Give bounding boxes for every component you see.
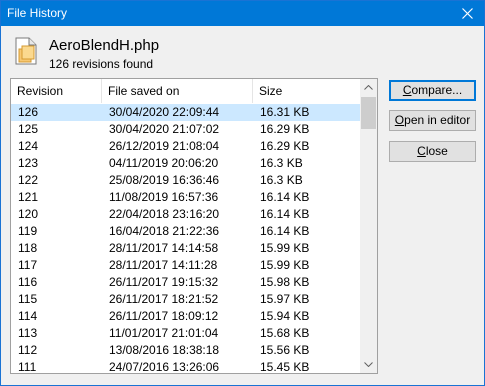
- size-cell: 16.14 KB: [260, 224, 310, 238]
- revision-cell: 115: [18, 292, 38, 306]
- saved-on-cell: 11/01/2017 21:01:04: [109, 326, 219, 340]
- revision-cell: 116: [18, 275, 38, 289]
- window-title: File History: [7, 6, 68, 20]
- table-row[interactable]: 112 13/08/2016 18:38:18 15.56 KB: [11, 342, 361, 359]
- saved-on-cell: 16/04/2018 21:22:36: [109, 224, 220, 238]
- php-file-icon: [15, 37, 37, 65]
- saved-on-cell: 24/07/2016 13:26:06: [109, 360, 220, 374]
- size-cell: 16.14 KB: [260, 207, 310, 221]
- table-row[interactable]: 114 26/11/2017 18:09:12 15.94 KB: [11, 308, 361, 325]
- saved-on-cell: 26/11/2017 18:21:52: [109, 292, 219, 306]
- table-row[interactable]: 124 26/12/2019 21:08:04 16.29 KB: [11, 138, 361, 155]
- saved-on-cell: 25/08/2019 16:36:46: [109, 173, 220, 187]
- size-cell: 16.29 KB: [260, 122, 310, 136]
- revision-cell: 118: [18, 241, 38, 255]
- table-row[interactable]: 113 11/01/2017 21:01:04 15.68 KB: [11, 325, 361, 342]
- compare-button[interactable]: Compare...: [389, 80, 476, 101]
- revision-cell: 117: [18, 258, 38, 272]
- revision-cell: 122: [18, 173, 39, 187]
- table-row[interactable]: 119 16/04/2018 21:22:36 16.14 KB: [11, 223, 361, 240]
- saved-on-cell: 28/11/2017 14:14:58: [109, 241, 219, 255]
- revision-cell: 119: [18, 224, 38, 238]
- close-label-post: lose: [425, 144, 448, 158]
- saved-on-cell: 26/11/2017 19:15:32: [109, 275, 219, 289]
- saved-on-cell: 22/04/2018 23:16:20: [109, 207, 220, 221]
- revision-cell: 112: [18, 343, 38, 357]
- saved-on-cell: 11/08/2019 16:57:36: [109, 190, 219, 204]
- table-row[interactable]: 118 28/11/2017 14:14:58 15.99 KB: [11, 240, 361, 257]
- open-label-key: O: [394, 113, 405, 127]
- column-header-size[interactable]: Size: [253, 79, 361, 103]
- size-cell: 15.94 KB: [260, 309, 310, 323]
- revision-cell: 111: [18, 360, 37, 374]
- file-name: AeroBlendH.php: [49, 37, 160, 54]
- title-bar: File History: [1, 1, 484, 26]
- scrollbar-thumb[interactable]: [361, 97, 376, 129]
- close-label-key: C: [417, 144, 426, 158]
- size-cell: 15.99 KB: [260, 241, 310, 255]
- saved-on-cell: 26/11/2017 18:09:12: [109, 309, 219, 323]
- saved-on-cell: 13/08/2016 18:38:18: [109, 343, 220, 357]
- size-cell: 15.56 KB: [260, 343, 310, 357]
- list-rows: 126 30/04/2020 22:09:44 16.31 KB 125 30/04/2…: [11, 104, 361, 374]
- table-row[interactable]: 111 24/07/2016 13:26:06 15.45 KB: [11, 359, 361, 374]
- saved-on-cell: 26/12/2019 21:08:04: [109, 139, 220, 153]
- revision-cell: 125: [18, 122, 39, 136]
- close-icon[interactable]: [450, 1, 484, 26]
- chevron-down-icon[interactable]: [360, 356, 377, 373]
- vertical-scrollbar[interactable]: [360, 79, 377, 373]
- column-header-file-saved-on[interactable]: File saved on: [102, 79, 253, 103]
- table-row[interactable]: 115 26/11/2017 18:21:52 15.97 KB: [11, 291, 361, 308]
- size-cell: 15.45 KB: [260, 360, 310, 374]
- revision-cell: 124: [18, 139, 39, 153]
- revision-cell: 120: [18, 207, 39, 221]
- file-header: AeroBlendH.php 126 revisions found: [1, 26, 484, 74]
- revision-cell: 123: [18, 156, 39, 170]
- chevron-up-icon[interactable]: [360, 79, 377, 96]
- table-row[interactable]: 122 25/08/2019 16:36:46 16.3 KB: [11, 172, 361, 189]
- size-cell: 16.3 KB: [260, 156, 303, 170]
- column-header-revision[interactable]: Revision: [11, 79, 102, 103]
- size-cell: 16.3 KB: [260, 173, 303, 187]
- saved-on-cell: 28/11/2017 14:11:28: [109, 258, 218, 272]
- revision-cell: 113: [18, 326, 38, 340]
- size-cell: 15.98 KB: [260, 275, 310, 289]
- size-cell: 15.99 KB: [260, 258, 310, 272]
- size-cell: 16.14 KB: [260, 190, 310, 204]
- size-cell: 16.31 KB: [260, 105, 310, 119]
- revision-count: 126 revisions found: [49, 57, 154, 71]
- revision-cell: 121: [18, 190, 39, 204]
- size-cell: 15.97 KB: [260, 292, 310, 306]
- revision-cell: 114: [18, 309, 38, 323]
- size-cell: 16.29 KB: [260, 139, 310, 153]
- table-row[interactable]: 126 30/04/2020 22:09:44 16.31 KB: [11, 104, 361, 121]
- table-row[interactable]: 117 28/11/2017 14:11:28 15.99 KB: [11, 257, 361, 274]
- table-row[interactable]: 121 11/08/2019 16:57:36 16.14 KB: [11, 189, 361, 206]
- open-label-post: pen in editor: [404, 113, 471, 127]
- table-row[interactable]: 123 04/11/2019 20:06:20 16.3 KB: [11, 155, 361, 172]
- revision-cell: 126: [18, 105, 39, 119]
- list-header: Revision File saved on Size: [11, 79, 361, 103]
- revision-list[interactable]: Revision File saved on Size 126 30/04/202…: [10, 78, 378, 374]
- saved-on-cell: 30/04/2020 21:07:02: [109, 122, 220, 136]
- saved-on-cell: 30/04/2020 22:09:44: [109, 105, 220, 119]
- table-row[interactable]: 120 22/04/2018 23:16:20 16.14 KB: [11, 206, 361, 223]
- close-button[interactable]: Close: [389, 141, 476, 162]
- table-row[interactable]: 125 30/04/2020 21:07:02 16.29 KB: [11, 121, 361, 138]
- file-history-dialog: File History AeroBlendH.php 126 revision…: [0, 0, 485, 386]
- open-in-editor-button[interactable]: Open in editor: [389, 110, 476, 131]
- compare-label-post: ompare...: [411, 83, 463, 97]
- size-cell: 15.68 KB: [260, 326, 310, 340]
- table-row[interactable]: 116 26/11/2017 19:15:32 15.98 KB: [11, 274, 361, 291]
- saved-on-cell: 04/11/2019 20:06:20: [109, 156, 219, 170]
